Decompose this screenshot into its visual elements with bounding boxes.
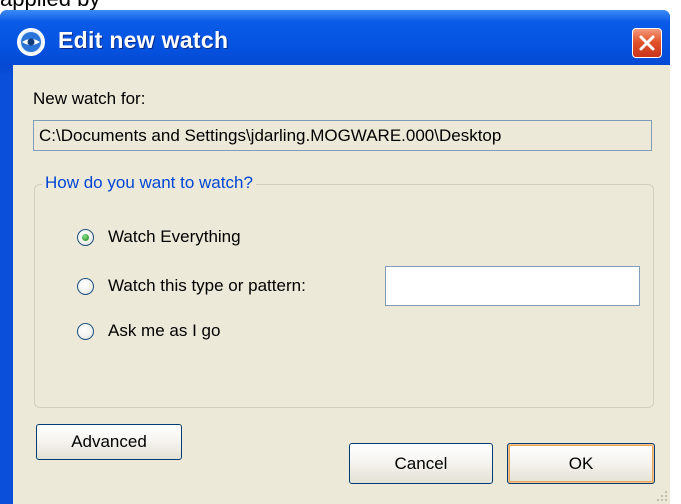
resize-grip-icon[interactable] [654, 488, 668, 502]
new-watch-label: New watch for: [33, 89, 146, 108]
close-button[interactable] [632, 28, 662, 58]
app-logo-icon [17, 28, 45, 56]
radio-button[interactable] [77, 322, 94, 340]
radio-label: Watch this type or pattern: [108, 276, 306, 295]
cancel-button[interactable]: Cancel [349, 443, 493, 484]
dialog-body: New watch for: C:\Documents and Settings… [13, 65, 670, 504]
window-title: Edit new watch [58, 27, 229, 53]
ok-button[interactable]: OK [507, 443, 655, 484]
radio-button[interactable] [77, 277, 94, 295]
background-text: applied by [0, 0, 100, 11]
pattern-input[interactable] [385, 266, 640, 306]
radio-ask-me[interactable]: Ask me as I go [77, 321, 220, 341]
radio-label: Watch Everything [108, 227, 241, 246]
path-field[interactable]: C:\Documents and Settings\jdarling.MOGWA… [33, 120, 652, 151]
advanced-button[interactable]: Advanced [36, 424, 182, 460]
close-icon [639, 35, 655, 51]
radio-watch-pattern[interactable]: Watch this type or pattern: [77, 276, 306, 296]
radio-button-checked[interactable] [77, 228, 94, 246]
dialog-window: Edit new watch New watch for: C:\Documen… [0, 10, 670, 504]
radio-label: Ask me as I go [108, 321, 221, 340]
radio-watch-everything[interactable]: Watch Everything [77, 227, 241, 247]
group-title: How do you want to watch? [42, 173, 256, 193]
